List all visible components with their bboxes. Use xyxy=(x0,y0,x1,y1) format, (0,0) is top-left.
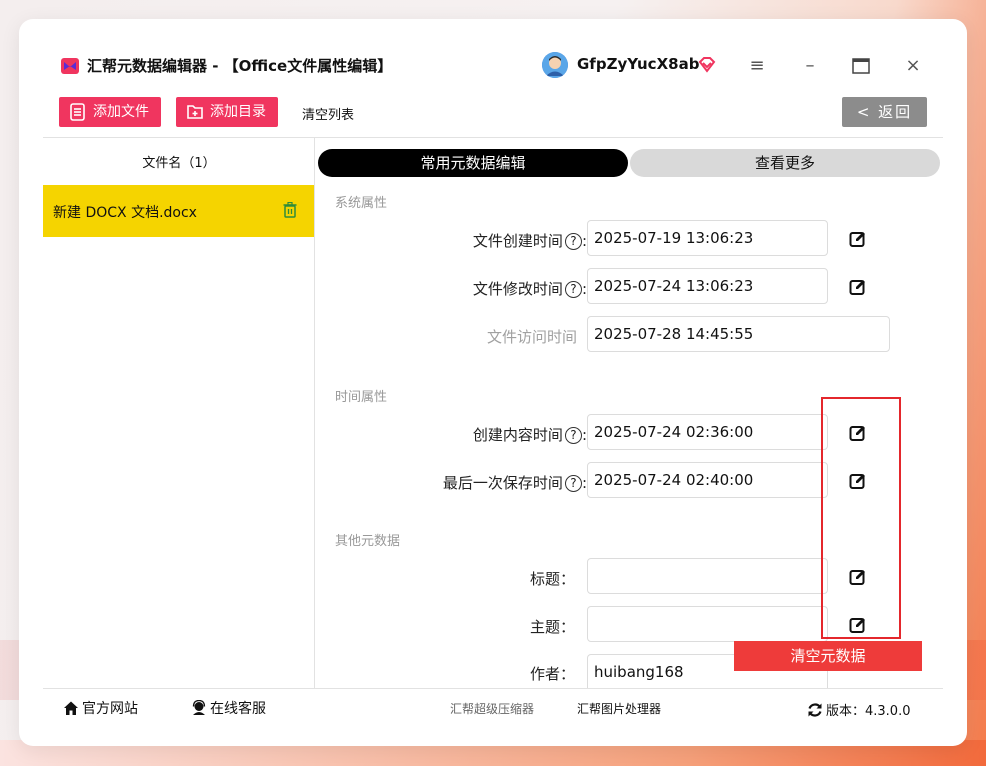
file-created-field[interactable]: 2025-07-19 13:06:23 xyxy=(587,220,828,256)
compressor-link[interactable]: 汇帮超级压缩器 xyxy=(450,700,534,717)
label-file-modified: 文件修改时间?: xyxy=(472,280,587,298)
help-icon[interactable]: ? xyxy=(564,427,582,444)
app-logo-icon xyxy=(61,58,79,74)
label-author: 作者： xyxy=(529,665,575,683)
online-support-link[interactable]: 在线客服 xyxy=(191,698,266,718)
help-icon[interactable]: ? xyxy=(564,233,582,250)
section-system-properties: 系统属性 xyxy=(335,196,388,211)
add-file-label: 添加文件 xyxy=(93,104,149,120)
title-bar: 汇帮元数据编辑器 - 【Office文件属性编辑】 GfpZyYucX8ab ≡… xyxy=(43,44,943,88)
label-file-created: 文件创建时间?: xyxy=(472,232,587,250)
support-icon xyxy=(192,700,206,715)
app-window: 汇帮元数据编辑器 - 【Office文件属性编辑】 GfpZyYucX8ab ≡… xyxy=(43,44,943,724)
label-content-created: 创建内容时间?: xyxy=(472,426,587,444)
add-folder-icon xyxy=(187,105,203,119)
edit-icon[interactable] xyxy=(849,278,867,296)
app-title: 汇帮元数据编辑器 - 【Office文件属性编辑】 xyxy=(87,57,393,75)
highlight-box xyxy=(821,397,901,639)
help-icon[interactable]: ? xyxy=(564,281,582,298)
tab-view-more[interactable]: 查看更多 xyxy=(630,149,940,177)
close-icon[interactable]: × xyxy=(901,54,925,78)
trash-icon[interactable] xyxy=(283,202,297,218)
add-file-icon xyxy=(70,103,85,121)
file-accessed-field: 2025-07-28 14:45:55 xyxy=(587,316,890,352)
content-created-field[interactable]: 2025-07-24 02:36:00 xyxy=(587,414,828,450)
subject-field[interactable] xyxy=(587,606,828,642)
refresh-icon xyxy=(808,703,822,717)
image-processor-link[interactable]: 汇帮图片处理器 xyxy=(577,700,661,717)
label-subject: 主题： xyxy=(529,618,575,636)
file-name: 新建 DOCX 文档.docx xyxy=(53,205,197,221)
menu-icon[interactable]: ≡ xyxy=(745,54,769,78)
label-file-accessed: 文件访问时间 xyxy=(486,328,577,346)
label-last-saved: 最后一次保存时间?: xyxy=(442,474,587,492)
clear-list-button[interactable]: 清空列表 xyxy=(302,104,354,123)
back-button[interactable]: < 返回 xyxy=(842,97,927,127)
file-list-header: 文件名（1） xyxy=(142,156,216,171)
minimize-icon[interactable]: – xyxy=(798,54,822,78)
footer: 官方网站 在线客服 汇帮超级压缩器 汇帮图片处理器 版本：4.3.0.0 xyxy=(43,688,943,724)
tab-common-metadata[interactable]: 常用元数据编辑 xyxy=(318,149,628,177)
home-icon xyxy=(64,701,78,715)
last-saved-field[interactable]: 2025-07-24 02:40:00 xyxy=(587,462,828,498)
official-website-link[interactable]: 官方网站 xyxy=(63,698,138,718)
vip-diamond-icon[interactable] xyxy=(698,56,716,74)
edit-icon[interactable] xyxy=(849,230,867,248)
label-title: 标题： xyxy=(529,570,575,588)
file-list-item[interactable]: 新建 DOCX 文档.docx xyxy=(43,185,314,237)
file-list-panel: 文件名（1） 新建 DOCX 文档.docx xyxy=(43,138,315,688)
title-field[interactable] xyxy=(587,558,828,594)
add-file-button[interactable]: 添加文件 xyxy=(59,97,161,127)
maximize-icon[interactable] xyxy=(849,54,873,78)
section-time-properties: 时间属性 xyxy=(335,390,388,405)
avatar[interactable] xyxy=(542,52,568,78)
version-info[interactable]: 版本：4.3.0.0 xyxy=(807,700,910,719)
help-icon[interactable]: ? xyxy=(564,475,582,492)
section-other-metadata: 其他元数据 xyxy=(335,534,401,549)
username: GfpZyYucX8ab xyxy=(577,55,700,73)
add-directory-button[interactable]: 添加目录 xyxy=(176,97,278,127)
add-directory-label: 添加目录 xyxy=(210,104,266,120)
file-modified-field[interactable]: 2025-07-24 13:06:23 xyxy=(587,268,828,304)
clear-metadata-button[interactable]: 清空元数据 xyxy=(734,641,922,671)
